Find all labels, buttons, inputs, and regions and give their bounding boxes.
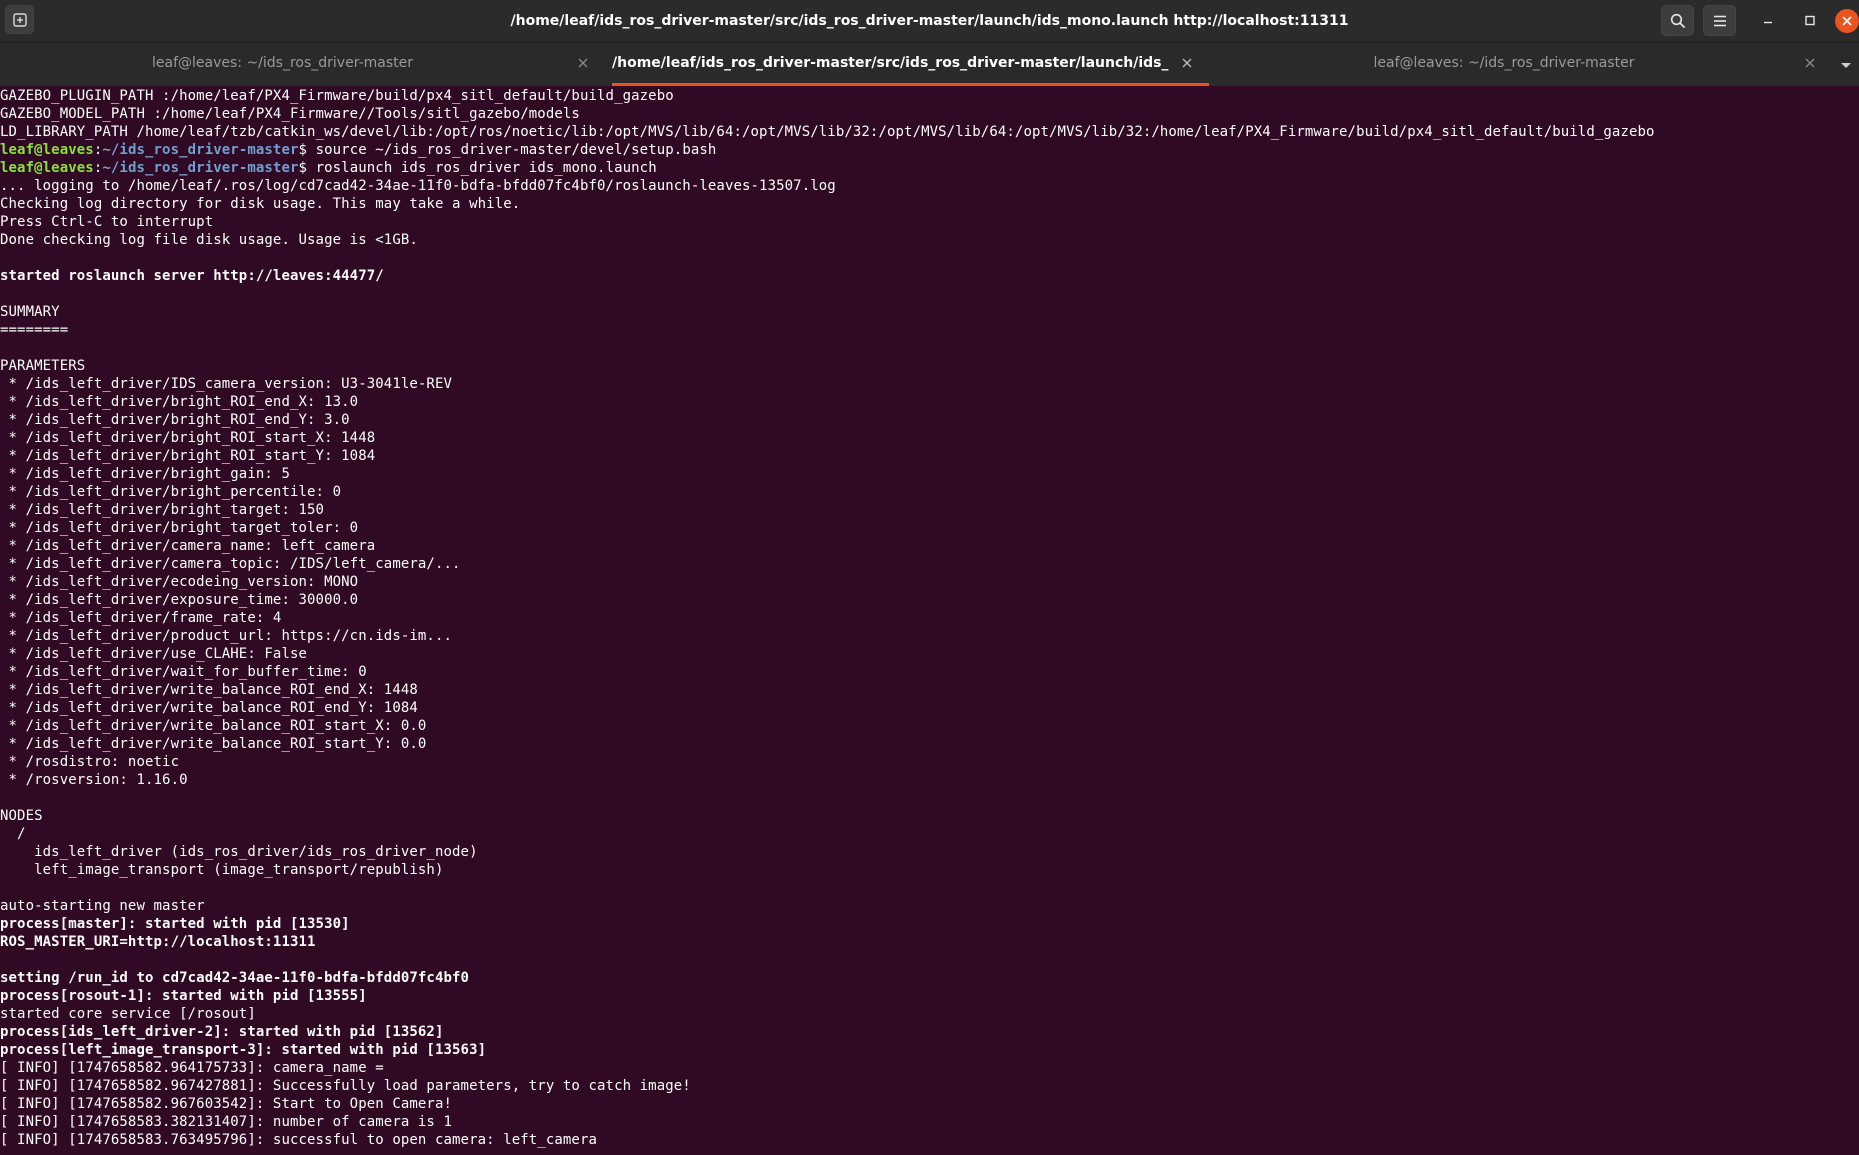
tab-close-button[interactable] [577, 57, 589, 69]
command-text: roslaunch ids_ros_driver ids_mono.launch [315, 160, 657, 176]
window-title: /home/leaf/ids_ros_driver-master/src/ids… [510, 13, 1349, 29]
terminal-output-line: Done checking log file disk usage. Usage… [0, 232, 418, 248]
terminal-output-line: * /ids_left_driver/write_balance_ROI_end… [0, 700, 418, 716]
terminal-output-line: * /ids_left_driver/bright_ROI_end_Y: 3.0 [0, 412, 350, 428]
close-icon [1842, 16, 1852, 26]
terminal-output-line: * /rosdistro: noetic [0, 754, 180, 770]
terminal-output-line: Checking log directory for disk usage. T… [0, 196, 521, 212]
tabs-dropdown-button[interactable] [1838, 57, 1854, 71]
terminal-output-line: process[rosout-1]: started with pid [135… [0, 988, 367, 1004]
terminal-output-line: SUMMARY [0, 304, 60, 320]
terminal-prompt-line: leaf@leaves:~/ids_ros_driver-master$ ros… [0, 159, 1655, 177]
minimize-button[interactable] [1756, 9, 1780, 33]
tab-close-button[interactable] [1804, 57, 1816, 69]
prompt-symbol: $ [298, 142, 316, 158]
tab-label: /home/leaf/ids_ros_driver-master/src/ids… [612, 55, 1169, 71]
new-tab-button[interactable] [5, 5, 34, 34]
close-icon [1805, 58, 1815, 68]
new-tab-icon [13, 13, 27, 27]
prompt-path: ~/ids_ros_driver-master [102, 142, 299, 158]
terminal-output-line: process[ids_left_driver-2]: started with… [0, 1024, 444, 1040]
close-icon [578, 58, 588, 68]
terminal-output-line: * /rosversion: 1.16.0 [0, 772, 188, 788]
terminal-output-line: setting /run_id to cd7cad42-34ae-11f0-bd… [0, 970, 470, 986]
search-icon [1670, 13, 1686, 29]
terminal-output-line: [ INFO] [1747658582.967603542]: Start to… [0, 1096, 453, 1112]
terminal-output-line: [ INFO] [1747658583.763495796]: successf… [0, 1132, 598, 1148]
tab-home-terminal-2[interactable]: leaf@leaves: ~/ids_ros_driver-master [1216, 43, 1832, 86]
prompt-symbol: $ [298, 160, 316, 176]
prompt-user: leaf@leaves [0, 160, 94, 176]
terminal-output-line: ROS_MASTER_URI=http://localhost:11311 [0, 934, 316, 950]
terminal-output-line: * /ids_left_driver/wait_for_buffer_time:… [0, 664, 367, 680]
terminal-output-line: ... logging to /home/leaf/.ros/log/cd7ca… [0, 178, 836, 194]
terminal-window: /home/leaf/ids_ros_driver-master/src/ids… [0, 0, 1859, 1155]
terminal-output-line: [ INFO] [1747658583.382131407]: number o… [0, 1114, 453, 1130]
terminal-output-line: * /ids_left_driver/bright_target: 150 [0, 502, 325, 518]
terminal-output-line: * /ids_left_driver/bright_target_toler: … [0, 520, 359, 536]
terminal-output-line: GAZEBO_MODEL_PATH :/home/leaf/PX4_Firmwa… [0, 106, 580, 122]
terminal-output-line: * /ids_left_driver/exposure_time: 30000.… [0, 592, 359, 608]
terminal-output-line: * /ids_left_driver/write_balance_ROI_sta… [0, 736, 427, 752]
terminal-output-line: * /ids_left_driver/write_balance_ROI_end… [0, 682, 418, 698]
tab-home-terminal-1[interactable]: leaf@leaves: ~/ids_ros_driver-master [0, 43, 605, 86]
terminal-output-line: Press Ctrl-C to interrupt [0, 214, 214, 230]
minimize-icon [1764, 21, 1772, 24]
close-button[interactable] [1835, 9, 1859, 33]
terminal-output-line: started core service [/rosout] [0, 1006, 256, 1022]
prompt-path: ~/ids_ros_driver-master [102, 160, 299, 176]
command-text: source ~/ids_ros_driver-master/devel/set… [315, 142, 717, 158]
terminal-lines: GAZEBO_PLUGIN_PATH :/home/leaf/PX4_Firmw… [0, 87, 1655, 1149]
terminal-prompt-line: leaf@leaves:~/ids_ros_driver-master$ sou… [0, 141, 1655, 159]
title-bar: /home/leaf/ids_ros_driver-master/src/ids… [0, 0, 1859, 43]
terminal-output-line: auto-starting new master [0, 898, 205, 914]
terminal-output-line: * /ids_left_driver/frame_rate: 4 [0, 610, 282, 626]
chevron-down-icon [1841, 63, 1851, 68]
terminal-output-line: ids_left_driver (ids_ros_driver/ids_ros_… [0, 844, 478, 860]
terminal-output-line: process[left_image_transport-3]: started… [0, 1042, 487, 1058]
tab-roslaunch-active[interactable]: /home/leaf/ids_ros_driver-master/src/ids… [612, 43, 1209, 86]
terminal-output-line: * /ids_left_driver/ecodeing_version: MON… [0, 574, 359, 590]
terminal-output-line: left_image_transport (image_transport/re… [0, 862, 444, 878]
terminal-output-line: NODES [0, 808, 43, 824]
terminal-output[interactable]: GAZEBO_PLUGIN_PATH :/home/leaf/PX4_Firmw… [0, 87, 1859, 1155]
terminal-output-line: [ INFO] [1747658582.964175733]: camera_n… [0, 1060, 393, 1076]
terminal-output-line: PARAMETERS [0, 358, 86, 374]
terminal-output-line: GAZEBO_PLUGIN_PATH :/home/leaf/PX4_Firmw… [0, 88, 674, 104]
terminal-output-line: / [0, 826, 26, 842]
hamburger-menu-icon [1714, 15, 1726, 27]
menu-button[interactable] [1703, 5, 1736, 36]
terminal-output-line: * /ids_left_driver/camera_topic: /IDS/le… [0, 556, 461, 572]
maximize-button[interactable] [1798, 9, 1822, 33]
tab-label: leaf@leaves: ~/ids_ros_driver-master [1373, 55, 1635, 71]
terminal-output-line: started roslaunch server http://leaves:4… [0, 268, 384, 284]
terminal-output-line: * /ids_left_driver/write_balance_ROI_sta… [0, 718, 427, 734]
terminal-output-line: ======== [0, 322, 69, 338]
search-button[interactable] [1661, 5, 1694, 36]
tab-close-button[interactable] [1181, 57, 1193, 69]
terminal-output-line: * /ids_left_driver/product_url: https://… [0, 628, 453, 644]
close-icon [1182, 58, 1192, 68]
terminal-output-line: * /ids_left_driver/bright_gain: 5 [0, 466, 290, 482]
tab-label: leaf@leaves: ~/ids_ros_driver-master [152, 55, 413, 71]
terminal-output-line: process[master]: started with pid [13530… [0, 916, 350, 932]
terminal-output-line: * /ids_left_driver/use_CLAHE: False [0, 646, 308, 662]
terminal-output-line: * /ids_left_driver/bright_ROI_start_Y: 1… [0, 448, 376, 464]
terminal-output-line: * /ids_left_driver/bright_ROI_end_X: 13.… [0, 394, 359, 410]
terminal-output-line: [ INFO] [1747658582.967427881]: Successf… [0, 1078, 691, 1094]
terminal-output-line: * /ids_left_driver/IDS_camera_version: U… [0, 376, 453, 392]
prompt-user: leaf@leaves [0, 142, 94, 158]
terminal-output-line: * /ids_left_driver/camera_name: left_cam… [0, 538, 376, 554]
terminal-output-line: LD_LIBRARY_PATH /home/leaf/tzb/catkin_ws… [0, 124, 1655, 140]
terminal-output-line: * /ids_left_driver/bright_ROI_start_X: 1… [0, 430, 376, 446]
terminal-output-line: * /ids_left_driver/bright_percentile: 0 [0, 484, 342, 500]
tab-bar: leaf@leaves: ~/ids_ros_driver-master /ho… [0, 43, 1859, 86]
maximize-icon [1805, 15, 1815, 26]
